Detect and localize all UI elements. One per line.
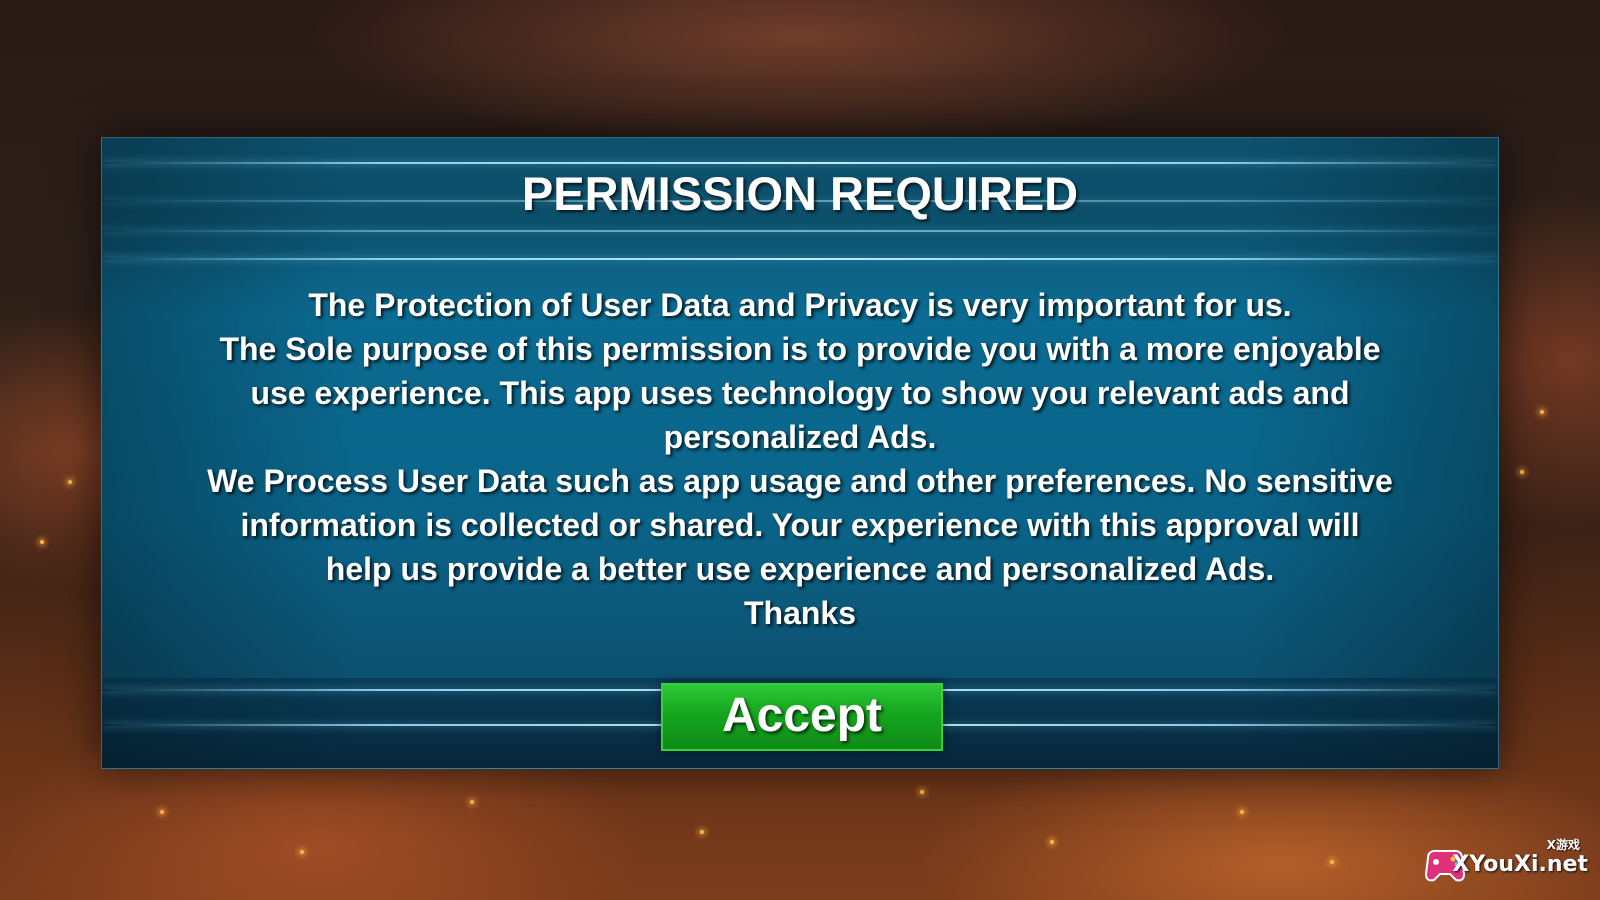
message-line: help us provide a better use experience … — [325, 551, 1275, 587]
message-line: We Process User Data such as app usage a… — [207, 463, 1393, 499]
ember — [700, 830, 704, 834]
ember — [1050, 840, 1054, 844]
message-line: information is collected or shared. Your… — [240, 507, 1360, 543]
ember — [40, 540, 44, 544]
ember — [1330, 860, 1334, 864]
watermark-site-name: XYouXi.net — [1452, 852, 1588, 877]
ember — [300, 850, 304, 854]
light-streak — [102, 162, 1498, 164]
message-line: personalized Ads. — [663, 419, 937, 455]
message-line: use experience. This app uses technology… — [250, 375, 1350, 411]
ember — [920, 790, 924, 794]
light-streak — [102, 230, 1498, 232]
ember — [1540, 410, 1544, 414]
watermark-subtitle: X游戏 — [1546, 838, 1580, 852]
ember — [1240, 810, 1244, 814]
accept-button[interactable]: Accept — [661, 683, 943, 751]
permission-dialog: PERMISSION REQUIRED The Protection of Us… — [101, 137, 1499, 769]
ember — [470, 800, 474, 804]
dialog-message: The Protection of User Data and Privacy … — [162, 283, 1438, 635]
site-watermark: X游戏 XYouXi.net — [1422, 836, 1592, 892]
message-line: Thanks — [743, 595, 857, 631]
dialog-title: PERMISSION REQUIRED — [521, 167, 1079, 220]
light-streak — [102, 258, 1498, 260]
ember — [160, 810, 164, 814]
ember — [1520, 470, 1524, 474]
message-line: The Protection of User Data and Privacy … — [308, 287, 1292, 323]
ember — [68, 480, 72, 484]
message-line: The Sole purpose of this permission is t… — [219, 331, 1381, 367]
